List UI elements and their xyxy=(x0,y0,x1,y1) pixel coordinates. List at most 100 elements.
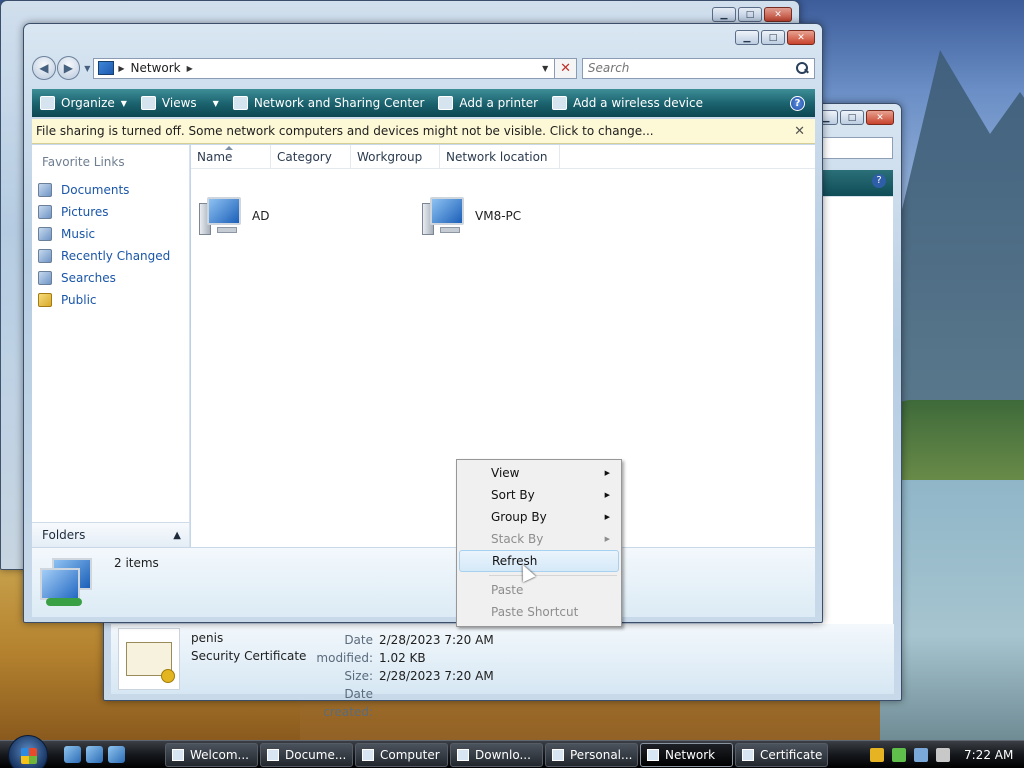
computer-base xyxy=(440,227,460,233)
chevron-right-icon[interactable]: ▶ xyxy=(187,64,193,73)
system-tray: 7:22 AM xyxy=(870,743,1024,767)
search-box[interactable] xyxy=(581,57,815,79)
network-computer-vm8-pc[interactable]: VM8-PC xyxy=(422,195,521,237)
computer-icon xyxy=(422,195,468,237)
network-sharing-label: Network and Sharing Center xyxy=(253,96,425,110)
show-desktop-icon[interactable] xyxy=(86,746,103,763)
computer-name: VM8-PC xyxy=(475,209,522,223)
minimize-icon[interactable]: ▁ xyxy=(735,30,759,45)
computer-icon xyxy=(362,749,374,761)
file-sharing-infobar[interactable]: File sharing is turned off. Some network… xyxy=(32,119,815,144)
context-menu: View ▶ Sort By ▶ Group By ▶ Stack By ▶ Refre… xyxy=(456,459,622,627)
menu-item-paste[interactable]: Paste xyxy=(459,579,619,601)
column-network-location[interactable]: Network location xyxy=(440,145,560,168)
bg1-caption-buttons: ▁ □ ✕ xyxy=(712,7,792,22)
close-icon[interactable]: ✕ xyxy=(794,124,805,139)
sidebar-item-label: Music xyxy=(61,227,96,241)
infobar-text[interactable]: File sharing is turned off. Some network… xyxy=(36,124,654,138)
views-button[interactable]: Views ▼ xyxy=(140,96,219,110)
bg2-command-bar: ? xyxy=(813,170,893,196)
add-wireless-label: Add a wireless device xyxy=(573,96,703,110)
network-screen-front xyxy=(40,568,80,600)
documents-icon xyxy=(267,749,279,761)
internet-explorer-icon[interactable] xyxy=(64,746,81,763)
network-status-icon[interactable] xyxy=(914,748,928,762)
sidebar-item-label: Searches xyxy=(61,271,116,285)
sidebar-item-public[interactable]: Public xyxy=(38,289,170,311)
organize-button[interactable]: Organize ▼ xyxy=(40,96,127,110)
bg2-search-box[interactable] xyxy=(813,137,893,159)
address-crumb[interactable]: Network xyxy=(131,61,181,75)
back-button[interactable]: ◀ xyxy=(32,56,56,80)
task-computer[interactable]: Computer xyxy=(355,743,448,767)
address-dropdown-icon[interactable]: ▼ xyxy=(542,64,548,73)
submenu-arrow-icon: ▶ xyxy=(604,491,610,499)
folders-toggle[interactable]: Folders ▲ xyxy=(32,522,190,547)
column-name[interactable]: Name xyxy=(191,145,271,168)
start-button[interactable] xyxy=(8,735,48,768)
network-window[interactable]: ▁ □ ✕ ◀ ▶ ▼ ▶ Network ▶ ▼ ✕ Organize ▼ Vi… xyxy=(23,23,823,623)
security-shield-icon[interactable] xyxy=(870,748,884,762)
command-bar: Organize ▼ Views ▼ Network and Sharing Cen… xyxy=(32,89,815,117)
switch-windows-icon[interactable] xyxy=(108,746,125,763)
search-input[interactable] xyxy=(587,61,796,75)
clock[interactable]: 7:22 AM xyxy=(964,748,1013,762)
close-icon[interactable]: ✕ xyxy=(787,30,815,45)
menu-item-view[interactable]: View ▶ xyxy=(459,462,619,484)
maximize-icon[interactable]: □ xyxy=(840,110,864,125)
close-icon[interactable]: ✕ xyxy=(866,110,894,125)
network-icon xyxy=(98,61,115,75)
task-personal[interactable]: Personal... xyxy=(545,743,638,767)
column-workgroup[interactable]: Workgroup xyxy=(351,145,440,168)
recent-pages-dropdown[interactable]: ▼ xyxy=(84,64,90,73)
network-sharing-center-button[interactable]: Network and Sharing Center xyxy=(232,96,425,110)
network-icon xyxy=(647,749,659,761)
check-icon[interactable] xyxy=(892,748,906,762)
task-downloads[interactable]: Downlo... xyxy=(450,743,543,767)
task-welcome[interactable]: Welcom... xyxy=(165,743,258,767)
minimize-icon[interactable]: ▁ xyxy=(712,7,736,22)
menu-item-label: Paste xyxy=(491,583,524,597)
maximize-icon[interactable]: □ xyxy=(738,7,762,22)
add-printer-button[interactable]: Add a printer xyxy=(438,96,538,110)
certificate-seal xyxy=(161,669,175,683)
organize-icon xyxy=(40,96,55,110)
sidebar-item-music[interactable]: Music xyxy=(38,223,170,245)
help-icon[interactable]: ? xyxy=(872,174,886,188)
task-label: Network xyxy=(665,748,716,762)
maximize-icon[interactable]: □ xyxy=(761,30,785,45)
sidebar-item-searches[interactable]: Searches xyxy=(38,267,170,289)
menu-item-refresh[interactable]: Refresh xyxy=(459,550,619,572)
help-icon[interactable]: ? xyxy=(790,95,805,111)
sidebar-item-pictures[interactable]: Pictures xyxy=(38,201,170,223)
task-certificate[interactable]: Certificate xyxy=(735,743,828,767)
menu-separator xyxy=(489,575,617,576)
sidebar-item-label: Public xyxy=(61,293,97,307)
search-icon[interactable] xyxy=(796,61,809,75)
details-pane: 2 items xyxy=(32,547,815,617)
sidebar-item-documents[interactable]: Documents xyxy=(38,179,170,201)
add-printer-label: Add a printer xyxy=(459,96,539,110)
music-icon xyxy=(38,227,52,241)
column-category[interactable]: Category xyxy=(271,145,351,168)
menu-item-stack-by[interactable]: Stack By ▶ xyxy=(459,528,619,550)
volume-icon[interactable] xyxy=(936,748,950,762)
computer-name: AD xyxy=(252,209,270,223)
clear-address-button[interactable]: ✕ xyxy=(555,57,577,79)
task-label: Docume... xyxy=(285,748,347,762)
wallpaper-grass xyxy=(890,400,1024,490)
close-icon[interactable]: ✕ xyxy=(764,7,792,22)
menu-item-group-by[interactable]: Group By ▶ xyxy=(459,506,619,528)
bg2-content-pane[interactable] xyxy=(813,196,893,626)
menu-item-sort-by[interactable]: Sort By ▶ xyxy=(459,484,619,506)
address-bar[interactable]: ▶ Network ▶ ▼ xyxy=(93,57,556,79)
sidebar-item-recently-changed[interactable]: Recently Changed xyxy=(38,245,170,267)
sidebar-item-label: Documents xyxy=(61,183,130,197)
menu-item-paste-shortcut[interactable]: Paste Shortcut xyxy=(459,601,619,623)
add-wireless-device-button[interactable]: Add a wireless device xyxy=(552,96,703,110)
forward-button[interactable]: ▶ xyxy=(56,56,81,80)
task-documents[interactable]: Docume... xyxy=(260,743,353,767)
chevron-right-icon[interactable]: ▶ xyxy=(118,64,124,73)
network-computer-ad[interactable]: AD xyxy=(199,195,269,237)
task-network[interactable]: Network xyxy=(640,743,733,767)
